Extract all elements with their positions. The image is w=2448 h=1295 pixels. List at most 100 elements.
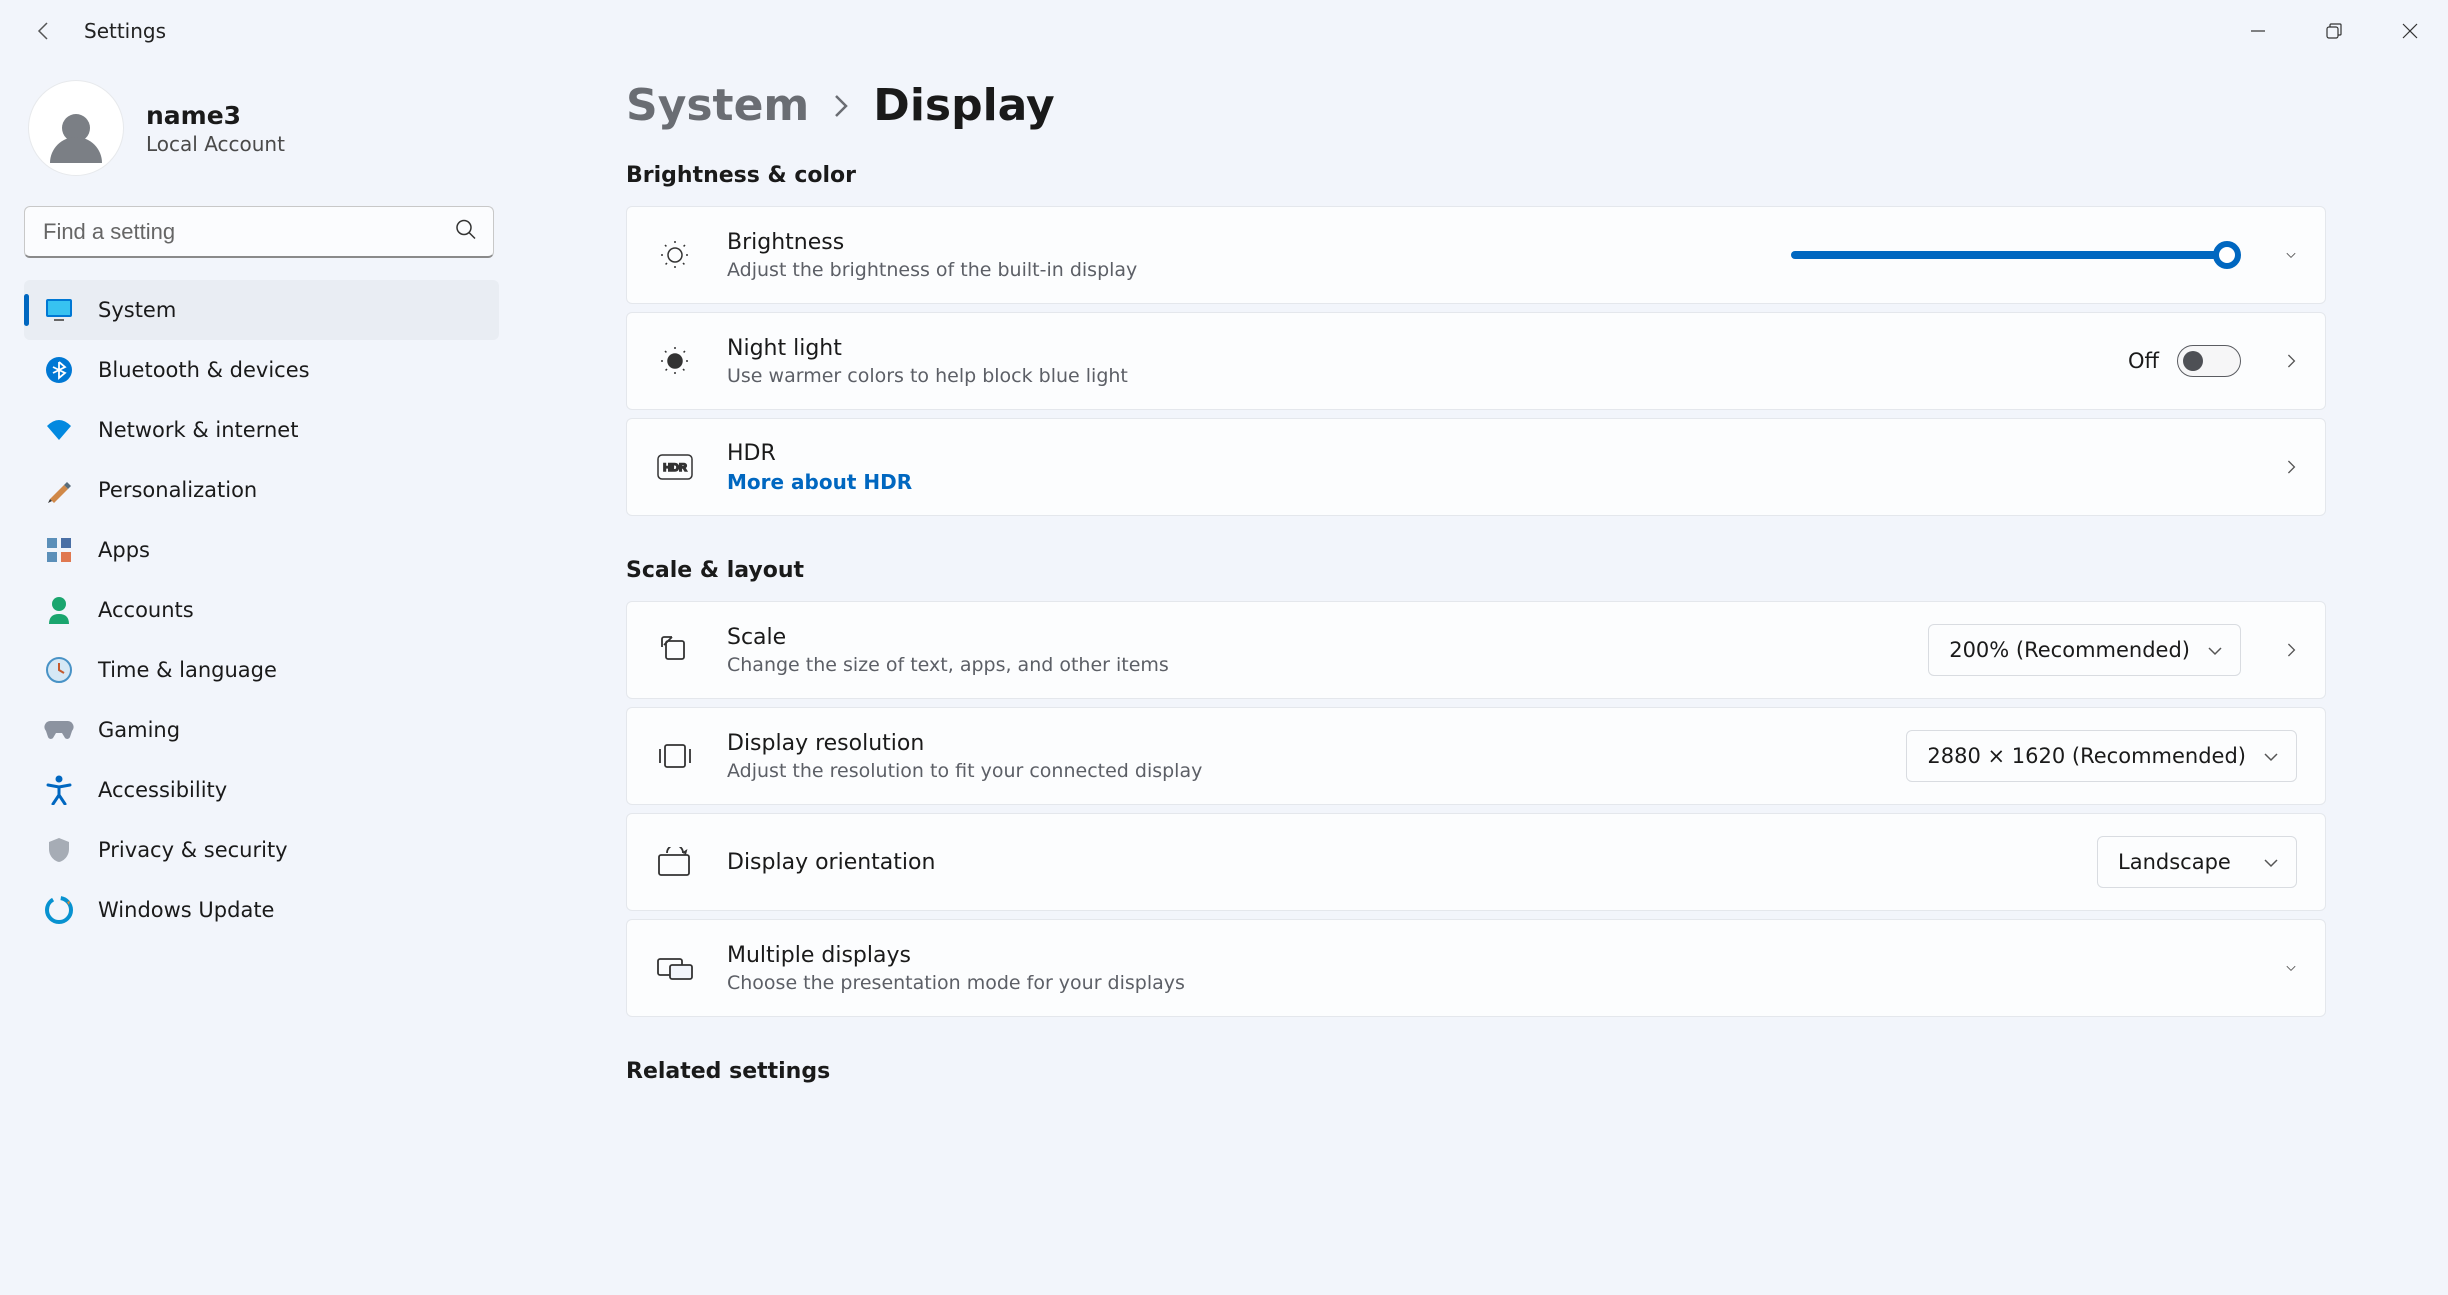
- multiple-displays-icon: [655, 948, 695, 988]
- open-button[interactable]: [2273, 351, 2297, 371]
- expand-button[interactable]: [2273, 248, 2297, 262]
- nav-label: Time & language: [98, 658, 277, 682]
- card-resolution[interactable]: Display resolution Adjust the resolution…: [626, 707, 2326, 805]
- section-title: Related settings: [626, 1059, 2326, 1084]
- back-button[interactable]: [20, 7, 68, 55]
- nav-label: Personalization: [98, 478, 257, 502]
- nav-label: Accessibility: [98, 778, 227, 802]
- nav-label: Network & internet: [98, 418, 298, 442]
- bluetooth-icon: [44, 355, 74, 385]
- chevron-right-icon: [831, 92, 851, 128]
- network-icon: [44, 415, 74, 445]
- nav-label: Accounts: [98, 598, 194, 622]
- card-title: Multiple displays: [727, 943, 1185, 968]
- nav-apps[interactable]: Apps: [24, 520, 499, 580]
- open-button[interactable]: [2273, 640, 2297, 660]
- card-subtitle: Adjust the brightness of the built-in di…: [727, 259, 1137, 281]
- accessibility-icon: [44, 775, 74, 805]
- section-title: Brightness & color: [626, 163, 2326, 188]
- chevron-down-icon: [2262, 744, 2280, 768]
- toggle-state: Off: [2128, 349, 2159, 373]
- main-content: System Display Brightness & color Bright…: [500, 62, 2448, 1295]
- chevron-down-icon: [2206, 638, 2224, 662]
- system-icon: [44, 295, 74, 325]
- section-brightness-color: Brightness & color Brightness Adjust the…: [626, 163, 2326, 516]
- search-icon[interactable]: [454, 218, 478, 247]
- update-icon: [44, 895, 74, 925]
- card-title: Night light: [727, 336, 1128, 361]
- card-title: HDR: [727, 441, 912, 466]
- card-subtitle: Use warmer colors to help block blue lig…: [727, 365, 1128, 387]
- section-scale-layout: Scale & layout Scale Change the size of …: [626, 558, 2326, 1017]
- section-related: Related settings: [626, 1059, 2326, 1084]
- titlebar: Settings: [0, 0, 2448, 62]
- search-input[interactable]: [24, 206, 494, 258]
- minimize-button[interactable]: [2220, 7, 2296, 55]
- svg-text:HDR: HDR: [663, 462, 687, 474]
- search-wrap: [24, 206, 494, 258]
- dropdown-value: 2880 × 1620 (Recommended): [1927, 744, 2246, 768]
- card-multiple-displays[interactable]: Multiple displays Choose the presentatio…: [626, 919, 2326, 1017]
- slider-thumb[interactable]: [2213, 241, 2241, 269]
- card-orientation[interactable]: Display orientation Landscape: [626, 813, 2326, 911]
- nav-label: Privacy & security: [98, 838, 288, 862]
- night-light-toggle[interactable]: [2177, 345, 2241, 377]
- card-hdr[interactable]: HDR HDR More about HDR: [626, 418, 2326, 516]
- scale-dropdown[interactable]: 200% (Recommended): [1928, 624, 2241, 676]
- breadcrumb-parent[interactable]: System: [626, 80, 809, 131]
- personalization-icon: [44, 475, 74, 505]
- dropdown-value: Landscape: [2118, 850, 2231, 874]
- maximize-button[interactable]: [2296, 7, 2372, 55]
- nav-network[interactable]: Network & internet: [24, 400, 499, 460]
- nav-label: Bluetooth & devices: [98, 358, 310, 382]
- accounts-icon: [44, 595, 74, 625]
- resolution-dropdown[interactable]: 2880 × 1620 (Recommended): [1906, 730, 2297, 782]
- privacy-icon: [44, 835, 74, 865]
- brightness-slider[interactable]: [1791, 251, 2231, 259]
- close-button[interactable]: [2372, 7, 2448, 55]
- night-light-icon: [655, 341, 695, 381]
- open-button[interactable]: [2273, 457, 2297, 477]
- breadcrumb-current: Display: [873, 80, 1054, 131]
- app-title: Settings: [84, 19, 166, 43]
- window-controls: [2220, 7, 2448, 55]
- nav-bluetooth[interactable]: Bluetooth & devices: [24, 340, 499, 400]
- card-title: Display orientation: [727, 850, 935, 875]
- card-title: Brightness: [727, 230, 1137, 255]
- card-subtitle: Adjust the resolution to fit your connec…: [727, 760, 1202, 782]
- nav-update[interactable]: Windows Update: [24, 880, 499, 940]
- nav-privacy[interactable]: Privacy & security: [24, 820, 499, 880]
- apps-icon: [44, 535, 74, 565]
- card-scale[interactable]: Scale Change the size of text, apps, and…: [626, 601, 2326, 699]
- gaming-icon: [44, 715, 74, 745]
- nav-label: System: [98, 298, 176, 322]
- nav-list: System Bluetooth & devices Network & int…: [24, 280, 499, 940]
- orientation-icon: [655, 842, 695, 882]
- section-title: Scale & layout: [626, 558, 2326, 583]
- nav-label: Apps: [98, 538, 150, 562]
- orientation-dropdown[interactable]: Landscape: [2097, 836, 2297, 888]
- nav-accessibility[interactable]: Accessibility: [24, 760, 499, 820]
- nav-time[interactable]: Time & language: [24, 640, 499, 700]
- card-brightness[interactable]: Brightness Adjust the brightness of the …: [626, 206, 2326, 304]
- night-light-toggle-group: Off: [2128, 345, 2241, 377]
- account-header[interactable]: name3 Local Account: [24, 80, 476, 176]
- resolution-icon: [655, 736, 695, 776]
- time-icon: [44, 655, 74, 685]
- nav-personalization[interactable]: Personalization: [24, 460, 499, 520]
- card-night-light[interactable]: Night light Use warmer colors to help bl…: [626, 312, 2326, 410]
- nav-gaming[interactable]: Gaming: [24, 700, 499, 760]
- card-subtitle: Change the size of text, apps, and other…: [727, 654, 1169, 676]
- card-title: Display resolution: [727, 731, 1202, 756]
- nav-system[interactable]: System: [24, 280, 499, 340]
- nav-label: Windows Update: [98, 898, 274, 922]
- nav-accounts[interactable]: Accounts: [24, 580, 499, 640]
- expand-button[interactable]: [2273, 961, 2297, 975]
- toggle-knob: [2183, 351, 2203, 371]
- breadcrumb: System Display: [626, 80, 2326, 131]
- account-type: Local Account: [146, 132, 285, 156]
- hdr-more-link[interactable]: More about HDR: [727, 470, 912, 494]
- card-subtitle: Choose the presentation mode for your di…: [727, 972, 1185, 994]
- card-title: Scale: [727, 625, 1169, 650]
- sidebar: name3 Local Account System Bluetooth & d…: [0, 62, 500, 1295]
